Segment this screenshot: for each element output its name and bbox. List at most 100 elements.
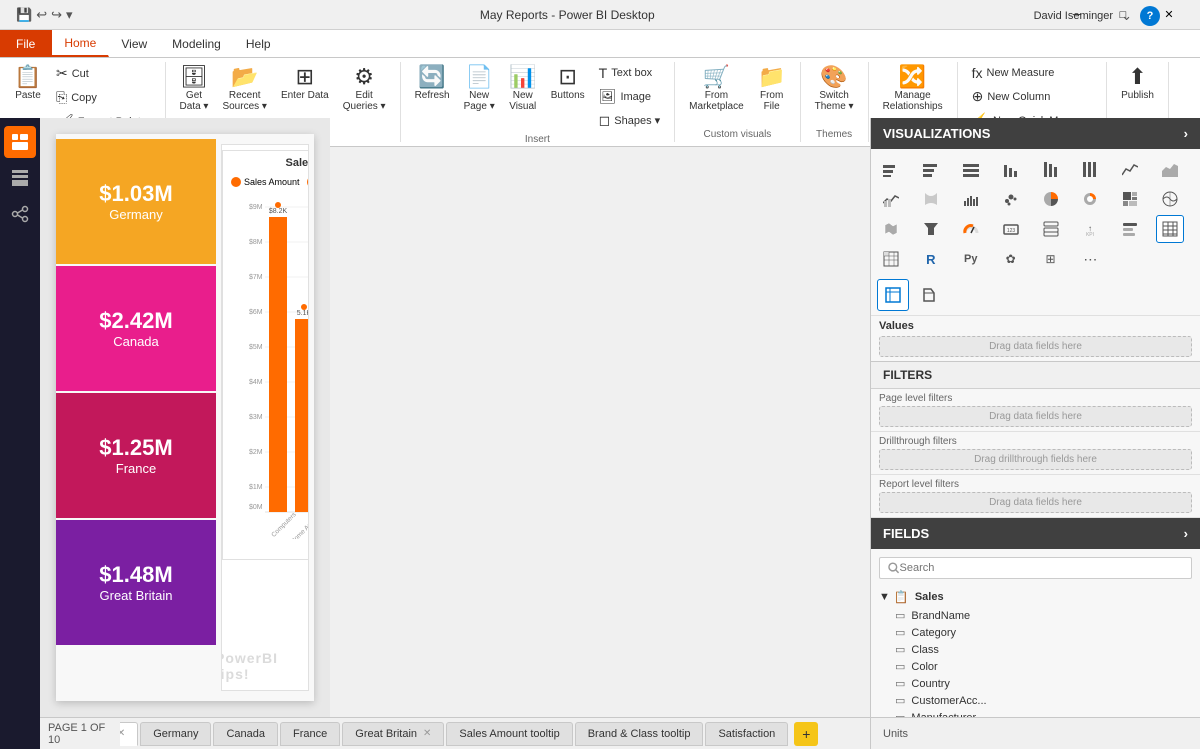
- france-label: France: [116, 461, 156, 476]
- tab-brand-class[interactable]: Brand & Class tooltip: [575, 722, 704, 746]
- tab-france[interactable]: France: [280, 722, 340, 746]
- viz-100pct-col-icon[interactable]: [1076, 155, 1104, 183]
- tab-germany[interactable]: Germany: [140, 722, 211, 746]
- cut-button[interactable]: ✂ Cut: [50, 62, 157, 85]
- copy-button[interactable]: ⎘ Copy: [50, 86, 157, 109]
- viz-map-icon[interactable]: [1156, 185, 1184, 213]
- viz-stacked-col-icon[interactable]: [1037, 155, 1065, 183]
- text-box-button[interactable]: T Text box: [593, 62, 667, 84]
- paste-button[interactable]: 📋 Paste: [8, 62, 48, 105]
- field-country[interactable]: ▭ Country: [871, 675, 1200, 692]
- field-brandname[interactable]: ▭ BrandName: [871, 607, 1200, 624]
- viz-area-icon[interactable]: [1156, 155, 1184, 183]
- viz-kpi-icon[interactable]: ↑KPI: [1076, 215, 1104, 243]
- sidebar-model-btn[interactable]: [4, 198, 36, 230]
- publish-button[interactable]: ⬆ Publish: [1115, 62, 1160, 105]
- get-data-button[interactable]: 🗄 GetData ▾: [174, 62, 215, 116]
- viz-format-paint-btn[interactable]: [913, 279, 945, 311]
- field-manufacturer[interactable]: ▭ Manufacturer: [871, 709, 1200, 717]
- tab-view[interactable]: View: [109, 30, 160, 57]
- sidebar-data-btn[interactable]: [4, 162, 36, 194]
- new-column-button[interactable]: ⊕ New Column: [966, 85, 1098, 108]
- refresh-button[interactable]: 🔄 Refresh: [409, 62, 456, 105]
- custom-visuals-items: 🛒 FromMarketplace 📁 FromFile: [683, 62, 791, 127]
- tab-canada[interactable]: Canada: [213, 722, 278, 746]
- field-color[interactable]: ▭ Color: [871, 658, 1200, 675]
- tab-modeling[interactable]: Modeling: [160, 30, 234, 57]
- viz-line-cluster-icon[interactable]: [877, 185, 905, 213]
- tab-great-britain[interactable]: Great Britain ✕: [342, 722, 444, 746]
- recent-sources-button[interactable]: 📂 RecentSources ▾: [216, 62, 272, 116]
- viz-header: VISUALIZATIONS ›: [871, 118, 1200, 149]
- new-page-button[interactable]: 📄 NewPage ▾: [458, 62, 501, 116]
- add-page-button[interactable]: +: [794, 722, 818, 746]
- field-customeracc[interactable]: ▭ CustomerAcc...: [871, 692, 1200, 709]
- viz-custom2-icon[interactable]: ⊞: [1037, 245, 1065, 273]
- redo-icon[interactable]: ↪: [51, 7, 62, 23]
- viz-r-icon[interactable]: R: [917, 245, 945, 273]
- fields-expand-icon[interactable]: ›: [1184, 526, 1188, 541]
- new-measure-button[interactable]: fx New Measure: [966, 62, 1098, 84]
- viz-clustered-bar-icon[interactable]: [917, 155, 945, 183]
- save-icon[interactable]: 💾: [16, 7, 32, 23]
- sales-card-france[interactable]: $1.25M France: [56, 393, 216, 518]
- new-visual-button[interactable]: 📊 NewVisual: [503, 62, 543, 116]
- from-marketplace-button[interactable]: 🛒 FromMarketplace: [683, 62, 749, 116]
- viz-gauge-icon[interactable]: [957, 215, 985, 243]
- viz-donut-icon[interactable]: [1076, 185, 1104, 213]
- sales-card-germany[interactable]: $1.03M Germany: [56, 139, 216, 264]
- viz-filled-map-icon[interactable]: [877, 215, 905, 243]
- undo-icon[interactable]: ↩: [36, 7, 47, 23]
- sales-group-header[interactable]: ▼ 📋 Sales: [871, 587, 1200, 607]
- manage-relationships-button[interactable]: 🔀 ManageRelationships: [877, 62, 949, 116]
- tab-sales-tooltip[interactable]: Sales Amount tooltip: [446, 722, 572, 746]
- shapes-button[interactable]: ◻ Shapes ▾: [593, 109, 667, 132]
- tab-satisfaction[interactable]: Satisfaction: [705, 722, 788, 746]
- viz-ribbon-icon[interactable]: [917, 185, 945, 213]
- viz-python-icon[interactable]: Py: [957, 245, 985, 273]
- from-file-button[interactable]: 📁 FromFile: [752, 62, 792, 116]
- viz-expand-icon[interactable]: ›: [1184, 126, 1188, 141]
- dropdown-icon[interactable]: ▾: [66, 7, 73, 23]
- viz-treemap-icon[interactable]: [1116, 185, 1144, 213]
- viz-table-icon[interactable]: [1156, 215, 1184, 243]
- viz-stacked-bar-icon[interactable]: [877, 155, 905, 183]
- values-drop-zone[interactable]: Drag data fields here: [879, 336, 1192, 357]
- search-input[interactable]: [900, 562, 1183, 574]
- enter-data-button[interactable]: ⊞ Enter Data: [275, 62, 335, 105]
- viz-matrix-icon[interactable]: [877, 245, 905, 273]
- viz-waterfall-icon[interactable]: [957, 185, 985, 213]
- viz-funnel-icon[interactable]: [917, 215, 945, 243]
- drillthrough-drop-zone[interactable]: Drag drillthrough fields here: [879, 449, 1192, 470]
- page-level-drop-zone[interactable]: Drag data fields here: [879, 406, 1192, 427]
- viz-format-fields-btn[interactable]: [877, 279, 909, 311]
- tab-great-britain-close[interactable]: ✕: [423, 728, 431, 739]
- image-button[interactable]: 🖼 Image: [593, 85, 667, 108]
- sales-card-canada[interactable]: $2.42M Canada: [56, 266, 216, 391]
- user-expand-icon[interactable]: ⌄: [1121, 8, 1132, 24]
- viz-more-icon[interactable]: ⋯: [1076, 245, 1104, 273]
- sidebar-report-btn[interactable]: [4, 126, 36, 158]
- viz-scatter-icon[interactable]: [997, 185, 1025, 213]
- viz-pie-icon[interactable]: [1037, 185, 1065, 213]
- field-category[interactable]: ▭ Category: [871, 624, 1200, 641]
- viz-custom1-icon[interactable]: ✿: [997, 245, 1025, 273]
- tab-satisfaction-label: Satisfaction: [718, 728, 775, 740]
- viz-multirow-icon[interactable]: [1037, 215, 1065, 243]
- sales-card-great-britain[interactable]: $1.48M Great Britain: [56, 520, 216, 645]
- edit-queries-button[interactable]: ⚙ EditQueries ▾: [337, 62, 392, 116]
- report-level-drop-zone[interactable]: Drag data fields here: [879, 492, 1192, 513]
- viz-card-icon[interactable]: 123: [997, 215, 1025, 243]
- bar-chart-panel[interactable]: Sales for Top 5 Categories Sales Amount …: [222, 150, 309, 560]
- buttons-button[interactable]: ⊡ Buttons: [545, 62, 591, 105]
- viz-line-icon[interactable]: [1116, 155, 1144, 183]
- viz-column-icon[interactable]: [997, 155, 1025, 183]
- viz-100pct-bar-icon[interactable]: [957, 155, 985, 183]
- tab-file[interactable]: File: [0, 30, 52, 57]
- tab-home[interactable]: Home: [52, 30, 109, 57]
- help-icon[interactable]: ?: [1140, 6, 1160, 26]
- switch-theme-button[interactable]: 🎨 SwitchTheme ▾: [809, 62, 860, 116]
- tab-help[interactable]: Help: [234, 30, 284, 57]
- field-class[interactable]: ▭ Class: [871, 641, 1200, 658]
- viz-slicer-icon[interactable]: [1116, 215, 1144, 243]
